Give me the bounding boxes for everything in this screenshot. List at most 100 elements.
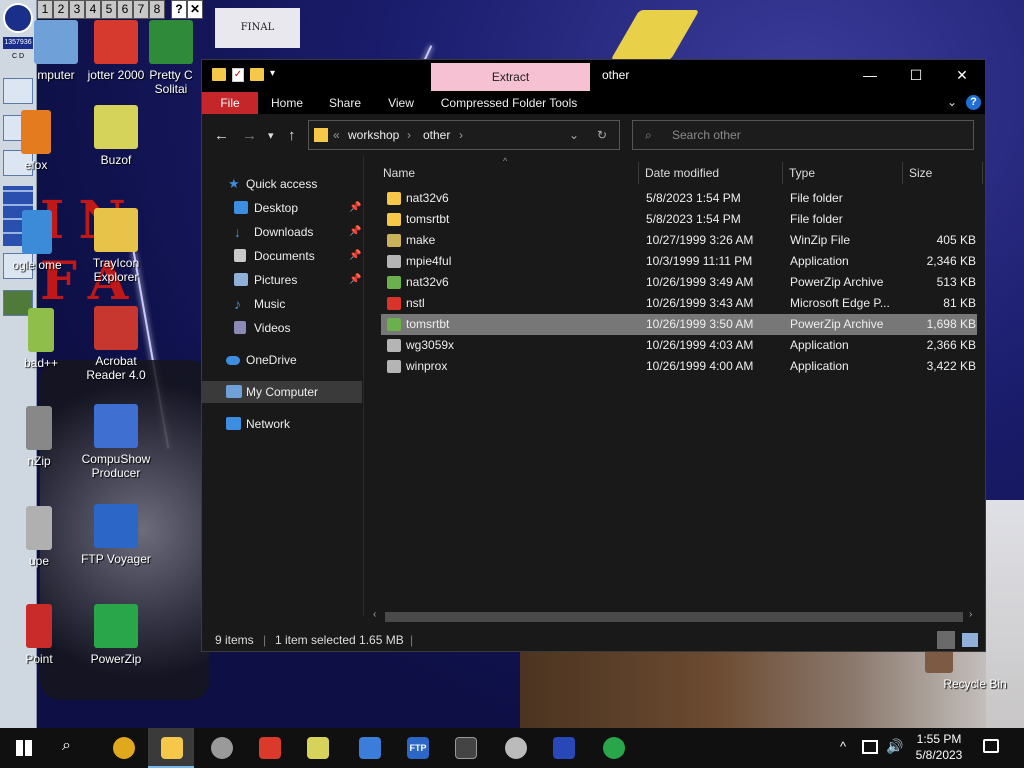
tab-share[interactable]: Share <box>320 92 370 114</box>
taskbar-app-10[interactable] <box>540 728 586 768</box>
address-bar[interactable]: « workshop › other › ⌄ ↻ <box>308 120 620 150</box>
desktop-1-button[interactable]: 1 <box>37 0 53 19</box>
chevron-down-icon[interactable]: ▾ <box>270 68 275 84</box>
file-row[interactable]: make 10/27/1999 3:26 AM WinZip File 405 … <box>381 230 977 251</box>
tab-file[interactable]: File <box>202 92 258 114</box>
expand-ribbon-icon[interactable]: ⌄ <box>947 95 957 109</box>
recent-chevron-icon[interactable]: ▾ <box>268 129 274 142</box>
nav-item-network[interactable]: Network <box>202 413 362 435</box>
file-row[interactable]: tomsrtbt 5/8/2023 1:54 PM File folder <box>381 209 977 230</box>
nav-item-quick-access[interactable]: ★ Quick access <box>202 173 362 195</box>
file-row[interactable]: nat32v6 10/26/1999 3:49 AM PowerZip Arch… <box>381 272 977 293</box>
pin-icon[interactable]: 📌 <box>349 197 361 219</box>
nav-item-pictures[interactable]: Pictures 📌 <box>202 269 362 291</box>
column-header-name[interactable]: Name <box>377 162 639 184</box>
file-row[interactable]: nstl 10/26/1999 3:43 AM Microsoft Edge P… <box>381 293 977 314</box>
close-pager-button[interactable]: ✕ <box>187 0 203 19</box>
tab-home[interactable]: Home <box>262 92 312 114</box>
network-icon[interactable] <box>862 740 878 754</box>
column-header-type[interactable]: Type <box>783 162 903 184</box>
desktop-3-button[interactable]: 3 <box>69 0 85 19</box>
chevron-right-icon[interactable]: › <box>459 128 463 142</box>
help-icon[interactable]: ? <box>966 95 981 110</box>
taskbar-app-4[interactable] <box>246 728 292 768</box>
taskbar-app-ftp[interactable]: FTP <box>394 728 440 768</box>
show-hidden-icons-chevron-icon[interactable]: ^ <box>840 739 846 754</box>
taskbar-clock[interactable]: 1:55 PM 5/8/2023 <box>906 731 972 763</box>
nav-item-my-computer[interactable]: My Computer <box>202 381 362 403</box>
desktop-icon-ftp-voyager[interactable]: FTP Voyager <box>76 504 156 566</box>
details-view-icon[interactable] <box>937 631 955 649</box>
close-button[interactable]: ✕ <box>939 60 985 90</box>
properties-icon[interactable]: ✓ <box>232 68 244 82</box>
tab-compressed-folder-tools[interactable]: Compressed Folder Tools <box>434 92 584 114</box>
desktop-7-button[interactable]: 7 <box>133 0 149 19</box>
desktop-icon-compushow[interactable]: CompuShow Producer <box>76 404 156 480</box>
taskbar-app-3[interactable] <box>198 728 244 768</box>
nav-item-music[interactable]: ♪ Music <box>202 293 362 315</box>
desktop-5-button[interactable]: 5 <box>101 0 117 19</box>
desktop-icon-powerpoint[interactable]: Point <box>16 604 62 666</box>
column-header-size[interactable]: Size <box>903 162 983 184</box>
scroll-right-icon[interactable]: › <box>969 609 972 620</box>
desktop-icon-solitaire[interactable]: Pretty C Solitai <box>136 20 206 96</box>
back-arrow-icon[interactable]: ← <box>214 127 229 144</box>
desktop-icon-notepad[interactable]: bad++ <box>16 308 66 370</box>
file-row[interactable]: winprox 10/26/1999 4:00 AM Application 3… <box>381 356 977 377</box>
breadcrumb-workshop[interactable]: workshop <box>348 128 399 142</box>
column-header-date-modified[interactable]: Date modified <box>639 162 783 184</box>
scrollbar-thumb[interactable] <box>385 612 963 622</box>
taskbar-app-9[interactable] <box>492 728 538 768</box>
nav-item-desktop[interactable]: Desktop 📌 <box>202 197 362 219</box>
chevron-right-icon[interactable]: › <box>407 128 411 142</box>
taskbar-app-buzof[interactable] <box>294 728 340 768</box>
nav-item-videos[interactable]: Videos <box>202 317 362 339</box>
pin-icon[interactable]: 📌 <box>349 245 361 267</box>
desktop-6-button[interactable]: 6 <box>117 0 133 19</box>
taskbar-app-chrome[interactable] <box>100 728 146 768</box>
desktop-icon-chrome[interactable]: ogle ome <box>12 210 62 272</box>
desktop-icon-buzof[interactable]: Buzof <box>76 105 156 167</box>
desktop-icon-powerzip[interactable]: PowerZip <box>76 604 156 666</box>
desktop-4-button[interactable]: 4 <box>85 0 101 19</box>
nav-item-downloads[interactable]: ↓ Downloads 📌 <box>202 221 362 243</box>
search-box[interactable]: ⌕ Search other <box>632 120 974 150</box>
volume-icon[interactable]: 🔊 <box>886 738 903 755</box>
minimize-button[interactable]: — <box>847 60 893 90</box>
desktop-8-button[interactable]: 8 <box>149 0 165 19</box>
file-row[interactable]: nat32v6 5/8/2023 1:54 PM File folder <box>381 188 977 209</box>
help-button[interactable]: ? <box>171 0 187 19</box>
up-arrow-icon[interactable]: ↑ <box>288 127 296 144</box>
taskbar-app-6[interactable] <box>346 728 392 768</box>
nav-item-onedrive[interactable]: OneDrive <box>202 349 362 371</box>
taskbar-app-terminal[interactable] <box>442 728 488 768</box>
folder-icon[interactable] <box>212 68 226 81</box>
desktop-icon-winzip[interactable]: nZip <box>16 406 62 468</box>
notification-icon[interactable] <box>983 739 999 753</box>
new-folder-icon[interactable] <box>250 68 264 81</box>
search-icon[interactable]: ⌕ <box>62 737 71 755</box>
breadcrumb-overflow[interactable]: « <box>333 128 340 142</box>
taskbar-app-recycle[interactable] <box>590 728 636 768</box>
tab-view[interactable]: View <box>378 92 424 114</box>
breadcrumb-other[interactable]: other <box>423 128 450 142</box>
nav-item-documents[interactable]: Documents 📌 <box>202 245 362 267</box>
extract-context-tab[interactable]: Extract <box>431 63 590 91</box>
windows-start-icon[interactable] <box>16 740 32 756</box>
horizontal-scrollbar[interactable]: ‹ › <box>373 609 977 624</box>
pin-icon[interactable]: 📌 <box>349 221 361 243</box>
desktop-icon-acrobat[interactable]: Acrobat Reader 4.0 <box>76 306 156 382</box>
file-row-selected[interactable]: tomsrtbt 10/26/1999 3:50 AM PowerZip Arc… <box>381 314 977 335</box>
desktop-2-button[interactable]: 2 <box>53 0 69 19</box>
file-row[interactable]: wg3059x 10/26/1999 4:03 AM Application 2… <box>381 335 977 356</box>
file-row[interactable]: mpie4ful 10/3/1999 11:11 PM Application … <box>381 251 977 272</box>
forward-arrow-icon[interactable]: → <box>242 127 257 144</box>
refresh-icon[interactable]: ↻ <box>597 128 607 142</box>
scroll-left-icon[interactable]: ‹ <box>373 609 376 620</box>
desktop-icon-firefox[interactable]: efox <box>16 110 56 172</box>
taskbar-app-file-explorer[interactable] <box>148 728 194 768</box>
desktop-icon-trayicon[interactable]: TrayIcon Explorer <box>76 208 156 284</box>
maximize-button[interactable]: ☐ <box>893 60 939 90</box>
address-dropdown-icon[interactable]: ⌄ <box>569 128 579 142</box>
pin-icon[interactable]: 📌 <box>349 269 361 291</box>
